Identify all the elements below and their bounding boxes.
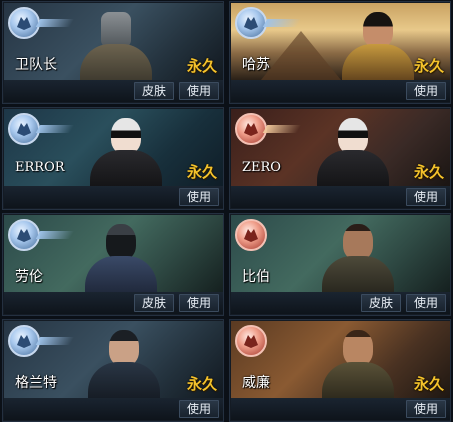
faction-badge xyxy=(235,113,302,147)
permanent-tag: 永久 xyxy=(186,375,217,393)
permanent-tag: 永久 xyxy=(186,57,217,75)
wolf-emblem-icon xyxy=(235,325,267,357)
wolf-emblem-icon xyxy=(8,113,40,145)
use-button[interactable]: 使用 xyxy=(179,294,219,312)
use-button[interactable]: 使用 xyxy=(406,82,446,100)
use-button[interactable]: 使用 xyxy=(406,400,446,418)
character-portrait: 威廉 永久 xyxy=(231,321,450,398)
character-name: 劳伦 xyxy=(15,269,43,285)
use-button[interactable]: 使用 xyxy=(406,294,446,312)
character-figure xyxy=(84,114,168,186)
character-card-error[interactable]: ERROR 永久 使用 xyxy=(2,107,224,210)
character-card-gelante[interactable]: 格兰特 永久 使用 xyxy=(2,319,224,422)
character-figure xyxy=(82,326,166,398)
faction-badge xyxy=(8,113,75,147)
character-figure xyxy=(311,114,395,186)
character-portrait: ERROR 永久 xyxy=(4,109,223,186)
faction-badge xyxy=(235,219,299,253)
faction-badge xyxy=(8,7,75,41)
character-card-zero[interactable]: ZERO 永久 使用 xyxy=(229,107,451,210)
character-portrait: 比伯 xyxy=(231,215,450,292)
character-portrait: 卫队长 永久 xyxy=(4,3,223,80)
card-action-bar: 使用 xyxy=(231,186,450,208)
character-name: 比伯 xyxy=(242,269,270,285)
character-name: 格兰特 xyxy=(15,375,57,391)
skin-button[interactable]: 皮肤 xyxy=(134,82,174,100)
character-grid: 卫队长 永久 皮肤 使用 哈苏 永久 使用 ERROR 永久 使用 ZERO 永… xyxy=(0,0,453,422)
character-name: ZERO xyxy=(242,160,281,175)
wolf-emblem-icon xyxy=(235,219,267,251)
character-name: 卫队长 xyxy=(15,57,57,73)
card-action-bar: 皮肤 使用 xyxy=(231,292,450,314)
skin-button[interactable]: 皮肤 xyxy=(134,294,174,312)
character-figure xyxy=(74,8,158,80)
character-figure xyxy=(79,220,163,292)
faction-badge xyxy=(8,325,75,359)
permanent-tag: 永久 xyxy=(413,375,444,393)
skin-button[interactable]: 皮肤 xyxy=(361,294,401,312)
permanent-tag: 永久 xyxy=(186,163,217,181)
character-portrait: 劳伦 xyxy=(4,215,223,292)
character-name: ERROR xyxy=(15,160,65,175)
card-action-bar: 皮肤 使用 xyxy=(4,80,223,102)
faction-badge xyxy=(235,325,299,359)
character-figure xyxy=(316,326,400,398)
character-portrait: 格兰特 永久 xyxy=(4,321,223,398)
card-action-bar: 皮肤 使用 xyxy=(4,292,223,314)
character-card-weilian[interactable]: 威廉 永久 使用 xyxy=(229,319,451,422)
character-name: 哈苏 xyxy=(242,57,270,73)
card-action-bar: 使用 xyxy=(231,80,450,102)
wolf-emblem-icon xyxy=(8,219,40,251)
permanent-tag: 永久 xyxy=(413,57,444,75)
wolf-emblem-icon xyxy=(235,113,267,145)
use-button[interactable]: 使用 xyxy=(179,400,219,418)
character-portrait: 哈苏 永久 xyxy=(231,3,450,80)
character-card-laolun[interactable]: 劳伦 皮肤 使用 xyxy=(2,213,224,316)
character-name: 威廉 xyxy=(242,375,270,391)
faction-badge xyxy=(235,7,302,41)
character-card-hasu[interactable]: 哈苏 永久 使用 xyxy=(229,1,451,104)
character-figure xyxy=(316,220,400,292)
wolf-emblem-icon xyxy=(8,7,40,39)
character-portrait: ZERO 永久 xyxy=(231,109,450,186)
card-action-bar: 使用 xyxy=(4,186,223,208)
character-card-weiduizhang[interactable]: 卫队长 永久 皮肤 使用 xyxy=(2,1,224,104)
use-button[interactable]: 使用 xyxy=(179,188,219,206)
wolf-emblem-icon xyxy=(235,7,267,39)
character-card-bibo[interactable]: 比伯 皮肤 使用 xyxy=(229,213,451,316)
character-figure xyxy=(336,8,420,80)
faction-badge xyxy=(8,219,75,253)
use-button[interactable]: 使用 xyxy=(406,188,446,206)
use-button[interactable]: 使用 xyxy=(179,82,219,100)
wolf-emblem-icon xyxy=(8,325,40,357)
permanent-tag: 永久 xyxy=(413,163,444,181)
